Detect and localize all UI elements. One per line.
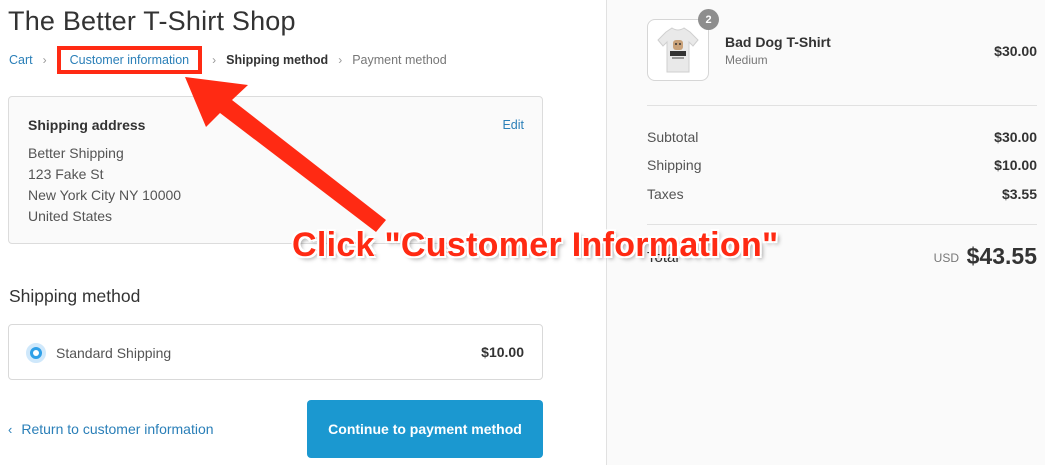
chevron-left-icon: ‹ [8, 422, 13, 437]
product-thumbnail [647, 19, 709, 81]
product-variant: Medium [725, 53, 768, 67]
shipping-option-standard[interactable]: Standard Shipping $10.00 [8, 324, 543, 380]
product-name: Bad Dog T-Shirt [725, 34, 831, 50]
radio-selected-icon[interactable] [26, 343, 46, 363]
breadcrumb-cart[interactable]: Cart [9, 53, 33, 67]
product-price: $30.00 [994, 43, 1037, 59]
breadcrumb-shipping-method: Shipping method [226, 53, 329, 67]
continue-to-payment-button[interactable]: Continue to payment method [307, 400, 543, 458]
shipping-address-title: Shipping address [28, 117, 146, 133]
shipping-value: $10.00 [994, 157, 1037, 173]
summary-divider [647, 105, 1037, 106]
subtotal-value: $30.00 [994, 129, 1037, 145]
shipping-label: Shipping [647, 157, 702, 173]
summary-divider [647, 224, 1037, 225]
total-value: $43.55 [966, 243, 1037, 269]
address-line: Better Shipping [28, 145, 124, 161]
breadcrumb-separator: › [338, 53, 343, 67]
taxes-label: Taxes [647, 186, 684, 202]
shipping-option-label: Standard Shipping [56, 345, 172, 361]
return-to-customer-information-link[interactable]: ‹ Return to customer information [8, 421, 214, 437]
address-line: United States [28, 208, 113, 224]
breadcrumb-separator: › [212, 53, 217, 67]
shipping-address-box: Shipping address Edit Better Shipping 12… [8, 96, 543, 244]
shop-title[interactable]: The Better T-Shirt Shop [8, 6, 296, 37]
shipping-option-price: $10.00 [481, 344, 524, 360]
annotation-callout: Click "Customer Information" [292, 226, 779, 264]
breadcrumb: Cart › Customer information › Shipping m… [9, 46, 447, 74]
breadcrumb-payment-method: Payment method [352, 53, 447, 67]
breadcrumb-separator: › [42, 53, 47, 67]
shipping-method-title: Shipping method [9, 286, 141, 306]
edit-shipping-address-link[interactable]: Edit [502, 118, 524, 132]
quantity-badge: 2 [698, 9, 719, 30]
tshirt-image-icon [657, 27, 699, 73]
return-link-label: Return to customer information [21, 421, 214, 437]
address-line: 123 Fake St [28, 166, 104, 182]
subtotal-label: Subtotal [647, 129, 699, 145]
currency-code: USD [933, 251, 959, 265]
breadcrumb-customer-information[interactable]: Customer information [56, 46, 203, 74]
taxes-value: $3.55 [1001, 186, 1037, 202]
address-line: New York City NY 10000 [28, 187, 182, 203]
breadcrumb-highlight-wrap: Customer information [56, 46, 203, 74]
